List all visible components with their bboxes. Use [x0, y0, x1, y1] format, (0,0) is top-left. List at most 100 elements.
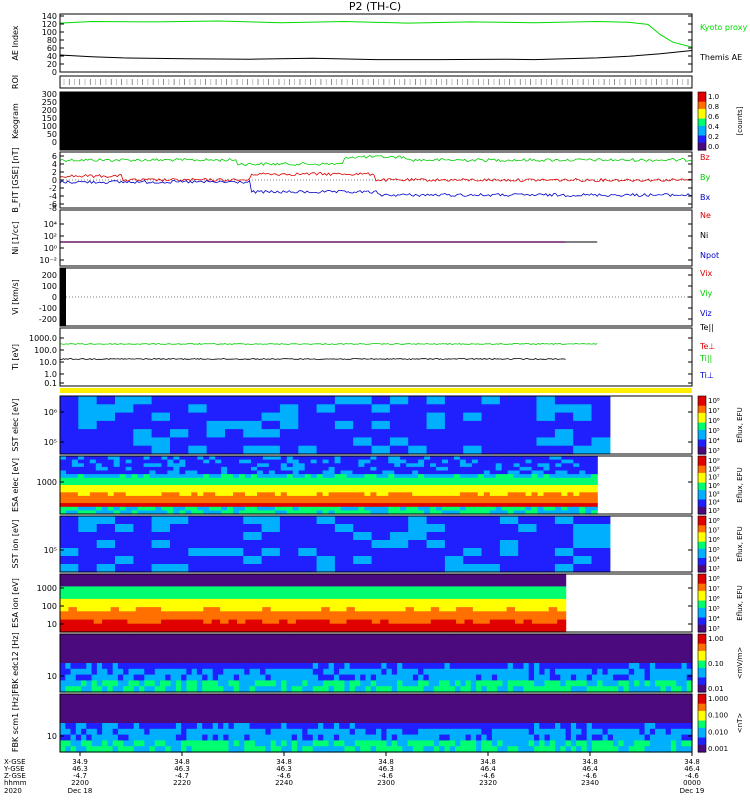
heatmap-cell	[312, 623, 322, 629]
heatmap-cell	[444, 548, 464, 557]
heatmap-cell	[512, 645, 519, 652]
heatmap-cell	[102, 619, 112, 625]
heatmap-cell	[70, 674, 77, 681]
heatmap-cell	[548, 607, 558, 612]
heatmap-cell	[447, 594, 457, 600]
heatmap-cell	[107, 705, 114, 712]
heatmap-cell	[557, 611, 567, 616]
heatmap-cell	[397, 598, 407, 604]
heatmap-cell	[519, 495, 527, 501]
heatmap-cell	[519, 459, 527, 464]
heatmap-cell	[460, 645, 467, 652]
heatmap-cell	[137, 499, 145, 504]
heatmap-cell	[539, 674, 546, 681]
heatmap-cell	[518, 420, 538, 430]
heatmap-cell	[370, 488, 377, 493]
heatmap-cell	[68, 615, 78, 621]
heatmap-cell	[639, 645, 646, 652]
heatmap-cell	[424, 477, 431, 482]
heatmap-cell	[560, 674, 567, 681]
heatmap-cell	[295, 619, 305, 625]
heatmap-cell	[334, 548, 354, 557]
heatmap-cell	[453, 477, 461, 482]
heatmap-cell	[149, 711, 156, 718]
heatmap-cell	[188, 429, 208, 438]
heatmap-cell	[581, 668, 588, 676]
heatmap-cell	[207, 634, 214, 641]
heatmap-cell	[310, 470, 318, 475]
heatmap-cell	[167, 481, 174, 486]
heatmap-cell	[228, 590, 238, 596]
heatmap-cell	[291, 645, 298, 652]
heatmap-cell	[70, 717, 77, 724]
heatmap-cell	[239, 499, 246, 504]
heatmap-cell	[322, 459, 330, 464]
heatmap-cell	[260, 657, 266, 664]
heatmap-cell	[262, 506, 270, 511]
heatmap-cell	[676, 645, 683, 652]
heatmap-cell	[515, 594, 524, 600]
heatmap-cell	[207, 668, 214, 676]
heatmap-cell	[110, 607, 120, 612]
heatmap-cell	[96, 694, 103, 701]
heatmap-cell	[135, 590, 145, 596]
heatmap-cell	[649, 657, 656, 664]
heatmap-cell	[123, 634, 130, 641]
heatmap-cell	[476, 657, 482, 664]
heatmap-cell	[460, 663, 467, 670]
heatmap-cell	[170, 645, 177, 652]
heatmap-cell	[534, 634, 540, 641]
heatmap-cell	[470, 645, 477, 652]
heatmap-cell	[244, 657, 251, 664]
heatmap-cell	[65, 634, 72, 641]
heatmap-cell	[89, 456, 97, 461]
heatmap-cell	[275, 680, 282, 687]
heatmap-cell	[405, 590, 415, 596]
heatmap-cell	[447, 603, 457, 608]
heatmap-cell	[470, 634, 477, 641]
heatmap-cell	[371, 412, 391, 422]
heatmap-cell	[476, 680, 482, 687]
heatmap-cell	[257, 463, 264, 468]
heatmap-cell	[537, 459, 545, 464]
heatmap-cell	[170, 516, 189, 525]
heatmap-cell	[607, 645, 614, 652]
heatmap-cell	[245, 456, 252, 461]
heatmap-cell	[358, 503, 365, 508]
heatmap-cell	[518, 657, 525, 664]
heatmap-cell	[318, 734, 324, 741]
heatmap-cell	[613, 668, 619, 676]
heatmap-cell	[83, 470, 91, 475]
colorbar-tick-label: 1.00	[708, 635, 724, 643]
heatmap-cell	[333, 651, 340, 658]
heatmap-cell	[591, 485, 598, 490]
heatmap-cell	[354, 639, 361, 647]
heatmap-cell	[245, 574, 255, 579]
heatmap-cell	[93, 574, 103, 579]
heatmap-cell	[465, 639, 472, 647]
heatmap-cell	[304, 474, 312, 479]
heatmap-cell	[257, 470, 264, 475]
heatmap-cell	[186, 634, 193, 641]
heatmap-cell	[310, 474, 318, 479]
heatmap-cell	[91, 680, 98, 687]
heatmap-cell	[75, 717, 82, 724]
heatmap-cell	[424, 488, 431, 493]
heatmap-cell	[302, 734, 309, 741]
heatmap-cell	[472, 623, 482, 629]
heatmap-cell	[333, 639, 340, 647]
heatmap-cell	[194, 615, 204, 621]
heatmap-cell	[161, 474, 169, 479]
heatmap-cell	[370, 459, 377, 464]
heatmap-cell	[191, 474, 198, 479]
heatmap-cell	[448, 474, 455, 479]
heatmap-cell	[239, 485, 246, 490]
heatmap-cell	[581, 674, 588, 681]
heatmap-cell	[344, 674, 351, 681]
heatmap-cell	[110, 598, 120, 604]
heatmap-cell	[149, 680, 156, 687]
heatmap-cell	[459, 470, 467, 475]
heatmap-cell	[353, 437, 373, 447]
heatmap-cell	[555, 645, 561, 652]
heatmap-cell	[597, 645, 604, 652]
